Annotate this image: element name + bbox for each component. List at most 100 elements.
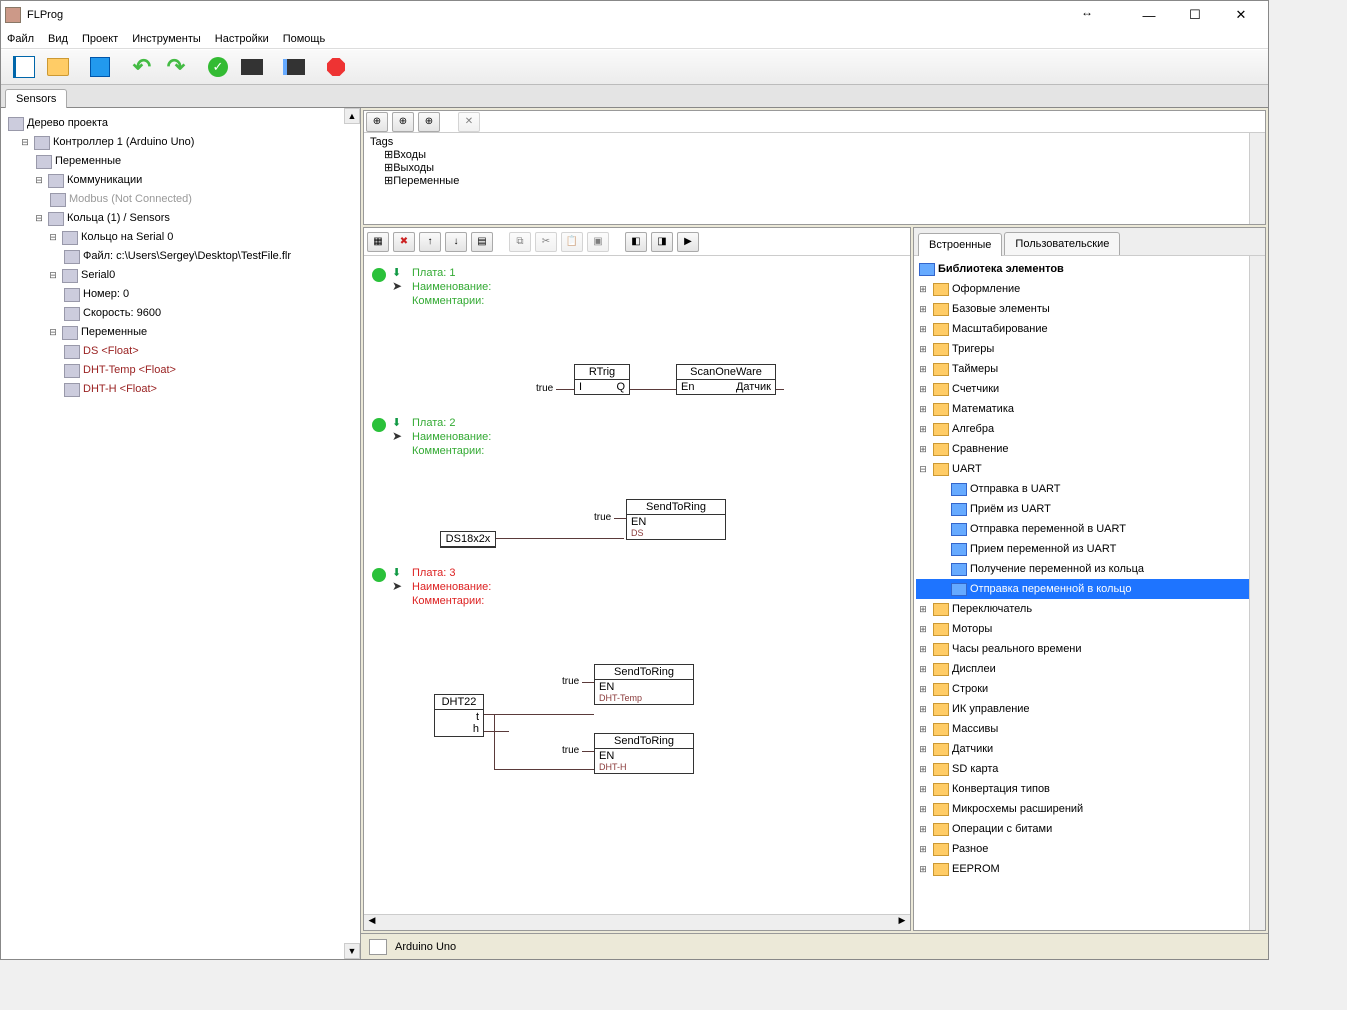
tags-scrollbar[interactable] [1249, 133, 1265, 224]
tree-serial-speed[interactable]: Скорость: 9600 [83, 304, 161, 323]
maximize-button[interactable]: ☐ [1180, 5, 1210, 25]
canvas-tool-b[interactable]: ◨ [651, 232, 673, 252]
expander-icon[interactable]: ⊞ [916, 680, 930, 698]
canvas-h-scrollbar[interactable]: ◀▶ [364, 914, 910, 930]
project-tree[interactable]: Дерево проекта ⊟Контроллер 1 (Arduino Un… [1, 108, 360, 405]
upload-button[interactable] [277, 52, 311, 82]
canvas-add-board[interactable]: ▦ [367, 232, 389, 252]
close-button[interactable]: ✕ [1226, 5, 1256, 25]
copy-button[interactable]: ⧉ [509, 232, 531, 252]
lib-item[interactable]: Разное [952, 840, 988, 858]
expander-icon[interactable]: ⊟ [33, 209, 45, 228]
expander-icon[interactable]: ⊞ [916, 740, 930, 758]
canvas-tool-c[interactable]: ▶ [677, 232, 699, 252]
tree-scroll-down[interactable]: ▼ [344, 943, 360, 959]
verify-button[interactable]: ✓ [201, 52, 235, 82]
block-sendtoring-h[interactable]: SendToRing EN DHT-H [594, 733, 694, 774]
open-button[interactable] [41, 52, 75, 82]
canvas-move-down[interactable]: ↓ [445, 232, 467, 252]
tags-inputs[interactable]: Входы [393, 149, 426, 161]
lib-item[interactable]: Прием переменной из UART [970, 540, 1116, 558]
lib-item[interactable]: Моторы [952, 620, 992, 638]
expander-icon[interactable]: ⊞ [916, 860, 930, 878]
expander-icon[interactable]: ⊞ [916, 440, 930, 458]
expander-icon[interactable]: ⊞ [916, 340, 930, 358]
lib-item[interactable]: Переключатель [952, 600, 1032, 618]
expander-icon[interactable]: ⊞ [916, 360, 930, 378]
undo-button[interactable]: ↶ [125, 52, 159, 82]
expander-icon[interactable]: ⊞ [916, 760, 930, 778]
tags-outputs[interactable]: Выходы [393, 162, 434, 174]
lib-item[interactable]: Часы реального времени [952, 640, 1082, 658]
tree-var-ds[interactable]: DS <Float> [83, 342, 139, 361]
menu-file[interactable]: Файл [7, 33, 34, 45]
expander-icon[interactable]: ⊞ [916, 300, 930, 318]
lib-item[interactable]: Отправка переменной в UART [970, 520, 1126, 538]
board-3-header[interactable]: ⬇ ➤ Плата: 3 Наименование: Комментарии: [372, 566, 491, 608]
expander-icon[interactable]: ⊟ [47, 323, 59, 342]
lib-item-uart[interactable]: UART [952, 460, 982, 478]
expander-icon[interactable]: ⊞ [916, 400, 930, 418]
redo-button[interactable]: ↷ [159, 52, 193, 82]
new-button[interactable] [7, 52, 41, 82]
tree-ring-vars[interactable]: Переменные [81, 323, 147, 342]
block-scanonewire[interactable]: ScanOneWare EnДатчик [676, 364, 776, 395]
library-tree[interactable]: Библиотека элементов ⊞Оформление ⊞Базовы… [914, 256, 1265, 930]
tags-root[interactable]: Tags [370, 136, 393, 148]
tree-variables[interactable]: Переменные [55, 152, 121, 171]
canvas[interactable]: ⬇ ➤ Плата: 1 Наименование: Комментарии: … [364, 256, 910, 914]
block-dht22[interactable]: DHT22 t h [434, 694, 484, 737]
tags-tool-2[interactable]: ⊕ [392, 112, 414, 132]
tags-delete-button[interactable]: ✕ [458, 112, 480, 132]
expander-icon[interactable]: ⊞ [916, 720, 930, 738]
expander-icon[interactable]: ⊞ [384, 149, 393, 161]
tags-variables[interactable]: Переменные [393, 175, 459, 187]
menu-view[interactable]: Вид [48, 33, 68, 45]
tree-modbus[interactable]: Modbus (Not Connected) [69, 190, 192, 209]
expander-icon[interactable]: ⊟ [916, 460, 930, 478]
cut-button[interactable]: ✂ [535, 232, 557, 252]
lib-item[interactable]: Таймеры [952, 360, 998, 378]
menu-settings[interactable]: Настройки [215, 33, 269, 45]
stop-button[interactable] [319, 52, 353, 82]
tags-tool-3[interactable]: ⊕ [418, 112, 440, 132]
canvas-delete[interactable]: ✖ [393, 232, 415, 252]
lib-item[interactable]: ИК управление [952, 700, 1030, 718]
canvas-tool-a[interactable]: ◧ [625, 232, 647, 252]
expander-icon[interactable]: ⊟ [47, 228, 59, 247]
menu-tools[interactable]: Инструменты [132, 33, 201, 45]
lib-item[interactable]: Датчики [952, 740, 993, 758]
lib-item[interactable]: Массивы [952, 720, 998, 738]
expander-icon[interactable]: ⊞ [916, 600, 930, 618]
lib-item[interactable]: Тригеры [952, 340, 994, 358]
tags-tree[interactable]: Tags ⊞Входы ⊞Выходы ⊞Переменные [364, 133, 1265, 224]
lib-item[interactable]: SD карта [952, 760, 998, 778]
tree-root[interactable]: Дерево проекта [27, 114, 108, 133]
lib-item[interactable]: Алгебра [952, 420, 994, 438]
lib-item[interactable]: Сравнение [952, 440, 1009, 458]
expander-icon[interactable]: ⊞ [916, 800, 930, 818]
expander-icon[interactable]: ⊞ [916, 700, 930, 718]
block-ds18x2x[interactable]: DS18x2x [440, 531, 496, 548]
tree-ring0[interactable]: Кольцо на Serial 0 [81, 228, 173, 247]
lib-item[interactable]: Масштабирование [952, 320, 1048, 338]
lib-item[interactable]: Получение переменной из кольца [970, 560, 1144, 578]
expander-icon[interactable]: ⊞ [916, 280, 930, 298]
expander-icon[interactable]: ⊞ [916, 820, 930, 838]
minimize-button[interactable]: — [1134, 5, 1164, 25]
tags-tool-1[interactable]: ⊕ [366, 112, 388, 132]
lib-item[interactable]: Конвертация типов [952, 780, 1050, 798]
compile-button[interactable] [235, 52, 269, 82]
lib-item[interactable]: Строки [952, 680, 988, 698]
lib-item[interactable]: Приём из UART [970, 500, 1051, 518]
expander-icon[interactable]: ⊞ [916, 320, 930, 338]
expander-icon[interactable]: ⊞ [916, 780, 930, 798]
tree-var-dht-h[interactable]: DHT-H <Float> [83, 380, 157, 399]
tree-var-dht-temp[interactable]: DHT-Temp <Float> [83, 361, 176, 380]
library-scrollbar[interactable] [1249, 256, 1265, 930]
lib-item[interactable]: EEPROM [952, 860, 1000, 878]
select-all-button[interactable]: ▣ [587, 232, 609, 252]
expander-icon[interactable]: ⊞ [916, 380, 930, 398]
expander-icon[interactable]: ⊞ [916, 620, 930, 638]
tab-builtin[interactable]: Встроенные [918, 233, 1002, 256]
